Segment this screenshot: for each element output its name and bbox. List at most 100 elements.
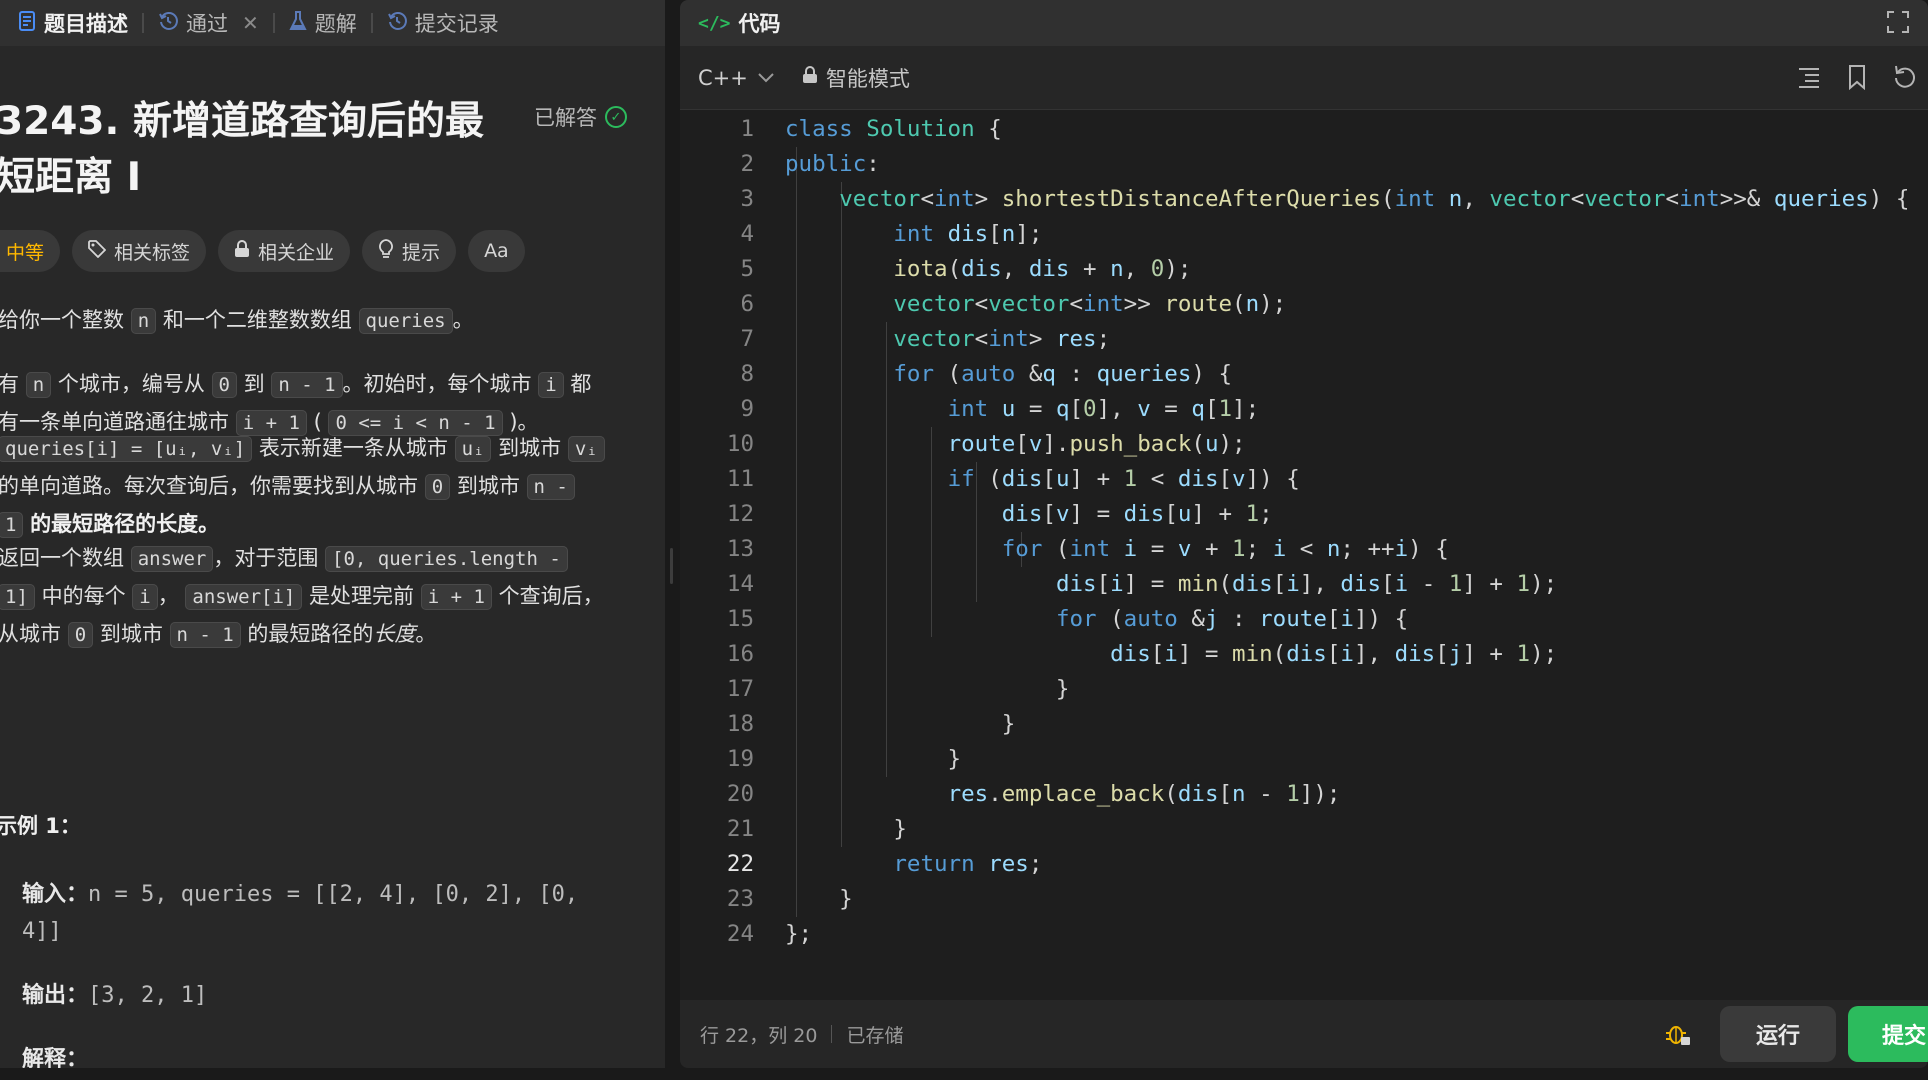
submit-button[interactable]: 提交 xyxy=(1848,1006,1928,1062)
related-companies-button[interactable]: 相关企业 xyxy=(218,230,351,272)
document-icon xyxy=(18,10,36,36)
editor-toolbar: C++ 智能模式 xyxy=(680,46,1928,110)
bookmark-icon[interactable] xyxy=(1844,64,1870,90)
code-line: 20 res.emplace_back(dis[n - 1]); xyxy=(726,781,1341,807)
tab-submissions[interactable]: 提交记录 xyxy=(387,0,499,46)
inline-code: answer xyxy=(130,546,214,572)
inline-code: n xyxy=(25,372,52,398)
code-line: 22 return res; xyxy=(726,851,1043,877)
run-button[interactable]: 运行 xyxy=(1720,1006,1836,1062)
inline-code: queries xyxy=(358,308,453,334)
tab-description-label: 题目描述 xyxy=(44,12,128,36)
tab-divider xyxy=(272,13,275,33)
code-line: 24}; xyxy=(726,921,813,947)
code-line: 5 iota(dis, dis + n, 0); xyxy=(740,256,1192,282)
code-line: 7 vector<int> res; xyxy=(740,326,1111,352)
code-panel: </> 代码 C++ 智能模式 1 class Solution {2 pub… xyxy=(680,0,1928,1068)
text: 和一个二维整数数组 xyxy=(162,308,352,332)
tab-solutions-label: 题解 xyxy=(314,12,357,36)
lock-icon xyxy=(802,66,818,89)
text: 的最短路径的 xyxy=(247,622,374,646)
drag-grip[interactable] xyxy=(670,548,673,584)
text: 中的每个 xyxy=(41,584,126,608)
text: 返回一个数组 xyxy=(0,546,124,570)
fullscreen-icon[interactable] xyxy=(1886,10,1910,34)
save-status: 已存储 xyxy=(846,1024,904,1047)
tag-icon xyxy=(88,239,107,263)
text: 。 xyxy=(452,308,474,332)
text: 个查询后， xyxy=(498,584,604,608)
text: 长度 xyxy=(373,622,416,646)
inline-code: n - xyxy=(526,474,575,500)
text: ，对于范围 xyxy=(213,546,319,570)
inline-code: n xyxy=(130,308,157,334)
code-line: 12 dis[v] = dis[u] + 1; xyxy=(726,501,1273,527)
text: 都 xyxy=(570,372,592,396)
translate-button[interactable]: Aa xyxy=(468,230,525,272)
chevron-down-icon xyxy=(758,68,774,87)
tab-accepted[interactable]: 通过 ✕ xyxy=(158,0,259,46)
debug-icon[interactable] xyxy=(1664,1020,1692,1048)
problem-tabs: 题目描述 通过 ✕ 题解 提交记录 xyxy=(0,0,665,46)
language-label: C++ xyxy=(698,65,748,90)
description-paragraph: 返回一个数组 answer ，对于范围 [0, queries.length - … xyxy=(0,540,638,654)
tab-divider xyxy=(142,13,144,33)
format-icon[interactable] xyxy=(1796,64,1822,90)
inline-code: i xyxy=(538,372,564,398)
text: 的最短路径的长度。 xyxy=(30,512,220,536)
problem-title-line: 短距离 I xyxy=(0,155,142,200)
smart-mode-label: 智能模式 xyxy=(825,66,910,91)
text: 是处理完前 xyxy=(309,584,415,608)
code-line: 23 } xyxy=(726,886,853,912)
cursor-position: 行 22，列 20 xyxy=(700,1024,818,1047)
smart-mode-toggle[interactable]: 智能模式 xyxy=(802,63,910,93)
code-line: 21 } xyxy=(726,816,907,842)
lightbulb-icon xyxy=(378,238,394,264)
inline-code: i xyxy=(132,584,158,610)
code-line: 17 } xyxy=(726,676,1070,702)
code-line: 16 dis[i] = min(dis[i], dis[j] + 1); xyxy=(726,641,1558,667)
input-label: 输入： xyxy=(22,882,89,907)
code-line: 6 vector<vector<int>> route(n); xyxy=(740,291,1287,317)
reset-icon[interactable] xyxy=(1892,64,1918,90)
code-line: 10 route[v].push_back(u); xyxy=(726,431,1246,457)
panel-resize-handle[interactable] xyxy=(665,0,677,1080)
description-paragraph: 给你一个整数 n 和一个二维整数数组 queries。 xyxy=(0,302,638,340)
input-value: n = 5, queries = [[2, 4], [0, 2], [0, xyxy=(88,882,579,907)
code-line: 15 for (auto &j : route[i]) { xyxy=(726,606,1409,632)
description-paragraph: queries[i] = [uᵢ, vᵢ] 表示新建一条从城市 uᵢ 到城市 v… xyxy=(0,430,638,544)
example-input: 输入：n = 5, queries = [[2, 4], [0, 2], [0,… xyxy=(22,876,642,950)
code-icon: </> xyxy=(698,12,731,34)
code-line: 1 class Solution { xyxy=(740,116,1002,142)
tab-solutions[interactable]: 题解 xyxy=(289,0,357,46)
hint-button[interactable]: 提示 xyxy=(362,230,457,272)
code-line: 14 dis[i] = min(dis[i], dis[i - 1] + 1); xyxy=(726,571,1558,597)
language-select[interactable]: C++ xyxy=(698,66,774,90)
inline-code: queries[i] = [uᵢ, vᵢ] xyxy=(0,436,253,462)
text: 给你一个整数 xyxy=(0,308,124,332)
text: 。 xyxy=(415,622,437,646)
problem-title-line: 3243. 新增道路查询后的最 xyxy=(0,99,484,144)
flask-icon xyxy=(289,10,307,36)
tab-description[interactable]: 题目描述 xyxy=(18,0,128,46)
code-title-label: 代码 xyxy=(738,12,781,36)
related-tags-button[interactable]: 相关标签 xyxy=(72,230,207,272)
text: 个城市，编号从 xyxy=(57,372,205,396)
text: 。初始时，每个城市 xyxy=(342,372,532,396)
example-title: 示例 1： xyxy=(0,814,81,838)
inline-code: 0 xyxy=(211,372,237,398)
code-editor[interactable]: 1 class Solution { 2 public: 3 vector<int>… xyxy=(680,112,1928,992)
solved-badge: 已解答 ✓ xyxy=(534,102,627,132)
text: 到城市 xyxy=(456,474,520,498)
inline-code: [0, queries.length - xyxy=(325,546,568,572)
close-icon[interactable]: ✕ xyxy=(242,11,259,35)
history-icon xyxy=(158,11,178,36)
code-line: 19 } xyxy=(726,746,962,772)
text: 到 xyxy=(243,372,265,396)
related-companies-label: 相关企业 xyxy=(258,241,335,264)
text: 的单向道路。每次查询后，你需要找到从城市 xyxy=(0,474,418,498)
text: 有 xyxy=(0,372,19,396)
code-line: 4 int dis[n]; xyxy=(740,221,1043,247)
inline-code: n - 1 xyxy=(271,372,343,398)
inline-code: i + 1 xyxy=(420,584,492,610)
